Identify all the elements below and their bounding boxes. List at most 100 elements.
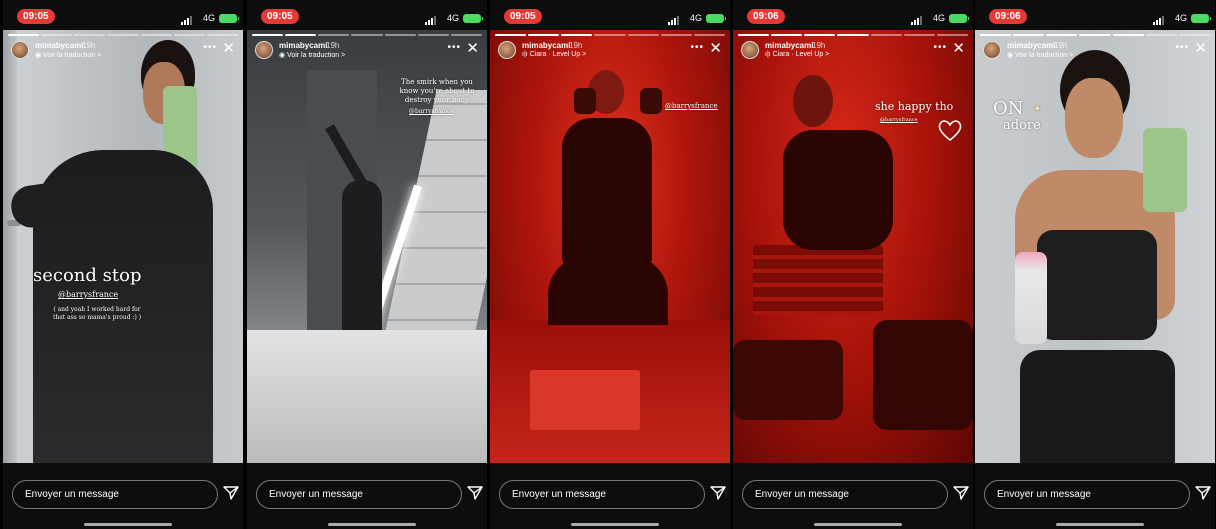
avatar[interactable] xyxy=(741,41,759,59)
send-icon[interactable] xyxy=(710,485,726,501)
avatar[interactable] xyxy=(498,41,516,59)
status-time: 09:05 xyxy=(261,9,299,24)
network-label: 4G xyxy=(689,13,702,23)
story-media[interactable]: @barrysfrance mimabycami 19h ı|ı Ciara ·… xyxy=(490,30,730,463)
message-input[interactable]: Envoyer un message xyxy=(742,480,948,509)
send-icon[interactable] xyxy=(953,485,969,501)
network-label: 4G xyxy=(446,13,459,23)
status-bar: 09:06 4G xyxy=(733,0,973,30)
story-media[interactable]: she happy tho @barrysfrance mimabycami 1… xyxy=(733,30,973,463)
story-photo: second stop @barrysfrance ( and yeah I w… xyxy=(3,30,243,463)
sports-bra xyxy=(1037,230,1157,340)
reply-bar: Envoyer un message xyxy=(247,463,487,529)
story-mention[interactable]: @barrysfrance xyxy=(665,102,718,110)
story-overlay-line2: adore xyxy=(1003,118,1041,133)
status-bar: 09:05 4G xyxy=(247,0,487,30)
story-progress xyxy=(495,34,725,36)
story-panel-3: 09:05 4G @barrysfrance mimabycami 19h ı|… xyxy=(490,0,730,529)
step-platform xyxy=(530,370,640,430)
person-head xyxy=(793,75,833,127)
counter xyxy=(247,330,487,463)
story-photo: she happy tho @barrysfrance xyxy=(733,30,973,463)
story-progress xyxy=(252,34,482,36)
story-overlay-line1: ON xyxy=(993,98,1024,119)
step-platform xyxy=(753,245,883,315)
status-bar: 09:05 4G xyxy=(490,0,730,30)
username[interactable]: mimabycami xyxy=(279,41,327,50)
reply-bar: Envoyer un message xyxy=(975,463,1215,529)
story-header: mimabycami 19h ı|ı Ciara · Level Up > ••… xyxy=(498,40,722,64)
water-bottle xyxy=(1015,252,1047,344)
story-subtitle[interactable]: ◉ Voir la traduction > xyxy=(35,51,101,59)
more-icon[interactable]: ••• xyxy=(933,42,947,53)
close-icon[interactable]: ✕ xyxy=(709,39,722,57)
username[interactable]: mimabycami xyxy=(1007,41,1055,50)
avatar[interactable] xyxy=(983,41,1001,59)
story-header: mimabycami 19h ◉ Voir la traduction > ••… xyxy=(983,40,1207,64)
dumbbell-left xyxy=(574,88,596,114)
send-icon[interactable] xyxy=(467,485,483,501)
story-title: she happy tho xyxy=(875,100,954,113)
story-age: 19h xyxy=(1054,41,1068,50)
username[interactable]: mimabycami xyxy=(522,41,570,50)
story-title: second stop xyxy=(33,265,142,286)
avatar[interactable] xyxy=(255,41,273,59)
status-time: 09:06 xyxy=(989,9,1027,24)
door-edge xyxy=(3,30,17,463)
story-age: 19h xyxy=(82,41,96,50)
story-age: 19h xyxy=(326,41,340,50)
battery-icon xyxy=(949,14,969,23)
more-icon[interactable]: ••• xyxy=(690,42,704,53)
story-header: mimabycami 19h ı|ı Ciara · Level Up > ••… xyxy=(741,40,965,64)
battery-icon xyxy=(706,14,726,23)
story-photo: @barrysfrance xyxy=(490,30,730,463)
network-label: 4G xyxy=(932,13,945,23)
more-icon[interactable]: ••• xyxy=(1175,42,1189,53)
message-input[interactable]: Envoyer un message xyxy=(499,480,705,509)
person-body xyxy=(562,118,652,268)
home-indicator xyxy=(814,523,902,526)
home-indicator xyxy=(84,523,172,526)
story-photo: The smirk when you know you're about to … xyxy=(247,30,487,463)
status-time: 09:06 xyxy=(747,9,785,24)
message-input[interactable]: Envoyer un message xyxy=(12,480,218,509)
story-subtitle[interactable]: ◉ Voir la traduction > xyxy=(1007,51,1073,59)
home-indicator xyxy=(1056,523,1144,526)
close-icon[interactable]: ✕ xyxy=(466,39,479,57)
username[interactable]: mimabycami xyxy=(35,41,83,50)
username[interactable]: mimabycami xyxy=(765,41,813,50)
close-icon[interactable]: ✕ xyxy=(1194,39,1207,57)
leggings xyxy=(1020,350,1175,463)
dumbbell-right xyxy=(873,320,973,430)
send-icon[interactable] xyxy=(223,485,239,501)
story-media[interactable]: The smirk when you know you're about to … xyxy=(247,30,487,463)
music-label[interactable]: ı|ı Ciara · Level Up > xyxy=(765,51,829,58)
more-icon[interactable]: ••• xyxy=(447,42,461,53)
phone-case xyxy=(1143,128,1187,212)
story-mention[interactable]: @barrysfrance xyxy=(880,117,918,123)
home-indicator xyxy=(328,523,416,526)
reply-bar: Envoyer un message xyxy=(490,463,730,529)
close-icon[interactable]: ✕ xyxy=(222,39,235,57)
person-face xyxy=(1065,78,1123,158)
message-input[interactable]: Envoyer un message xyxy=(984,480,1190,509)
close-icon[interactable]: ✕ xyxy=(952,39,965,57)
story-header: mimabycami 19h ◉ Voir la traduction > ••… xyxy=(255,40,479,64)
sparkle-sticker: ✦ xyxy=(1033,104,1042,115)
music-label[interactable]: ı|ı Ciara · Level Up > xyxy=(522,51,586,58)
avatar[interactable] xyxy=(11,41,29,59)
story-progress xyxy=(8,34,238,36)
network-label: 4G xyxy=(202,13,215,23)
person-legs xyxy=(548,255,668,325)
more-icon[interactable]: ••• xyxy=(203,42,217,53)
story-caption: The smirk when you know you're about to … xyxy=(399,78,475,104)
story-media[interactable]: ON adore ✦ mimabycami 19h ◉ Voir la trad… xyxy=(975,30,1215,463)
status-time: 09:05 xyxy=(504,9,542,24)
story-subtitle[interactable]: ◉ Voir la traduction > xyxy=(279,51,345,59)
message-input[interactable]: Envoyer un message xyxy=(256,480,462,509)
story-media[interactable]: second stop @barrysfrance ( and yeah I w… xyxy=(3,30,243,463)
send-icon[interactable] xyxy=(1195,485,1211,501)
reply-bar: Envoyer un message xyxy=(733,463,973,529)
story-mention[interactable]: @barrysfrance xyxy=(58,290,118,299)
story-mention[interactable]: @barrysfrance xyxy=(409,108,454,115)
